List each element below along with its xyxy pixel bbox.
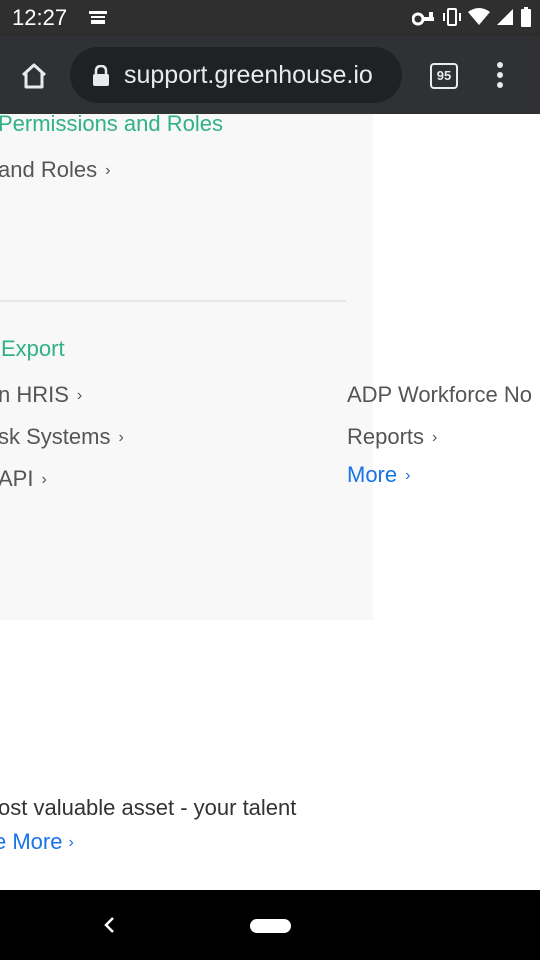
- amazon-notification-icon: [88, 10, 108, 26]
- more-link[interactable]: More ›: [347, 462, 410, 488]
- tagline: ost valuable asset - your talent: [0, 795, 297, 820]
- lock-icon[interactable]: [92, 64, 110, 92]
- chevron-right-icon: ›: [405, 467, 411, 484]
- status-time: 12:27: [12, 5, 68, 30]
- section-title-export[interactable]: Export: [1, 336, 65, 362]
- link-label: ADP Workforce No: [347, 382, 533, 407]
- system-nav-bar: [0, 890, 540, 960]
- browser-toolbar: support.greenhouse.io 95: [0, 36, 540, 114]
- link-label: Reports: [347, 424, 425, 449]
- home-icon: [21, 63, 47, 89]
- link-label: API: [0, 466, 34, 491]
- overflow-menu-button[interactable]: [490, 60, 510, 90]
- home-pill-icon[interactable]: [250, 919, 291, 933]
- url-bar[interactable]: support.greenhouse.io: [70, 47, 402, 103]
- chevron-right-icon: ›: [432, 429, 438, 446]
- link-label: n HRIS: [0, 382, 69, 407]
- url-text[interactable]: support.greenhouse.io: [124, 61, 400, 90]
- chevron-right-icon: ›: [76, 387, 83, 404]
- status-icons: [412, 7, 532, 27]
- learn-more-label: e More: [0, 829, 63, 854]
- chevron-right-icon: ›: [68, 834, 74, 851]
- overflow-menu-icon: [497, 62, 503, 88]
- back-icon: [104, 917, 114, 933]
- tab-count: 95: [436, 68, 452, 83]
- signal-icon: [496, 8, 514, 26]
- link-label: and Roles: [0, 157, 98, 182]
- status-bar: 12:27: [0, 0, 540, 36]
- vpn-key-icon: [412, 8, 436, 26]
- page-content: Permissions and Roles and Roles › Export …: [0, 114, 540, 890]
- link-and-roles[interactable]: and Roles ›: [0, 157, 110, 183]
- more-label: More: [347, 462, 398, 487]
- tab-switcher-button[interactable]: 95: [430, 63, 458, 89]
- wifi-icon: [468, 8, 490, 26]
- battery-icon: [520, 7, 532, 27]
- link-label: sk Systems: [0, 424, 111, 449]
- menu-panel: Permissions and Roles and Roles › Export …: [0, 114, 373, 620]
- link-adp-workforce[interactable]: ADP Workforce No: [347, 382, 532, 408]
- section-title-permissions[interactable]: Permissions and Roles: [0, 114, 223, 137]
- link-systems[interactable]: sk Systems ›: [0, 424, 124, 450]
- link-api[interactable]: API ›: [0, 466, 47, 492]
- home-button[interactable]: [18, 60, 50, 92]
- back-button[interactable]: [102, 916, 116, 939]
- chevron-right-icon: ›: [105, 162, 111, 179]
- link-reports[interactable]: Reports ›: [347, 424, 437, 450]
- learn-more-link[interactable]: e More ›: [0, 829, 74, 855]
- divider: [0, 300, 346, 302]
- link-hris[interactable]: n HRIS ›: [0, 382, 82, 408]
- vibrate-icon: [442, 8, 462, 26]
- chevron-right-icon: ›: [41, 471, 47, 488]
- chevron-right-icon: ›: [118, 429, 124, 446]
